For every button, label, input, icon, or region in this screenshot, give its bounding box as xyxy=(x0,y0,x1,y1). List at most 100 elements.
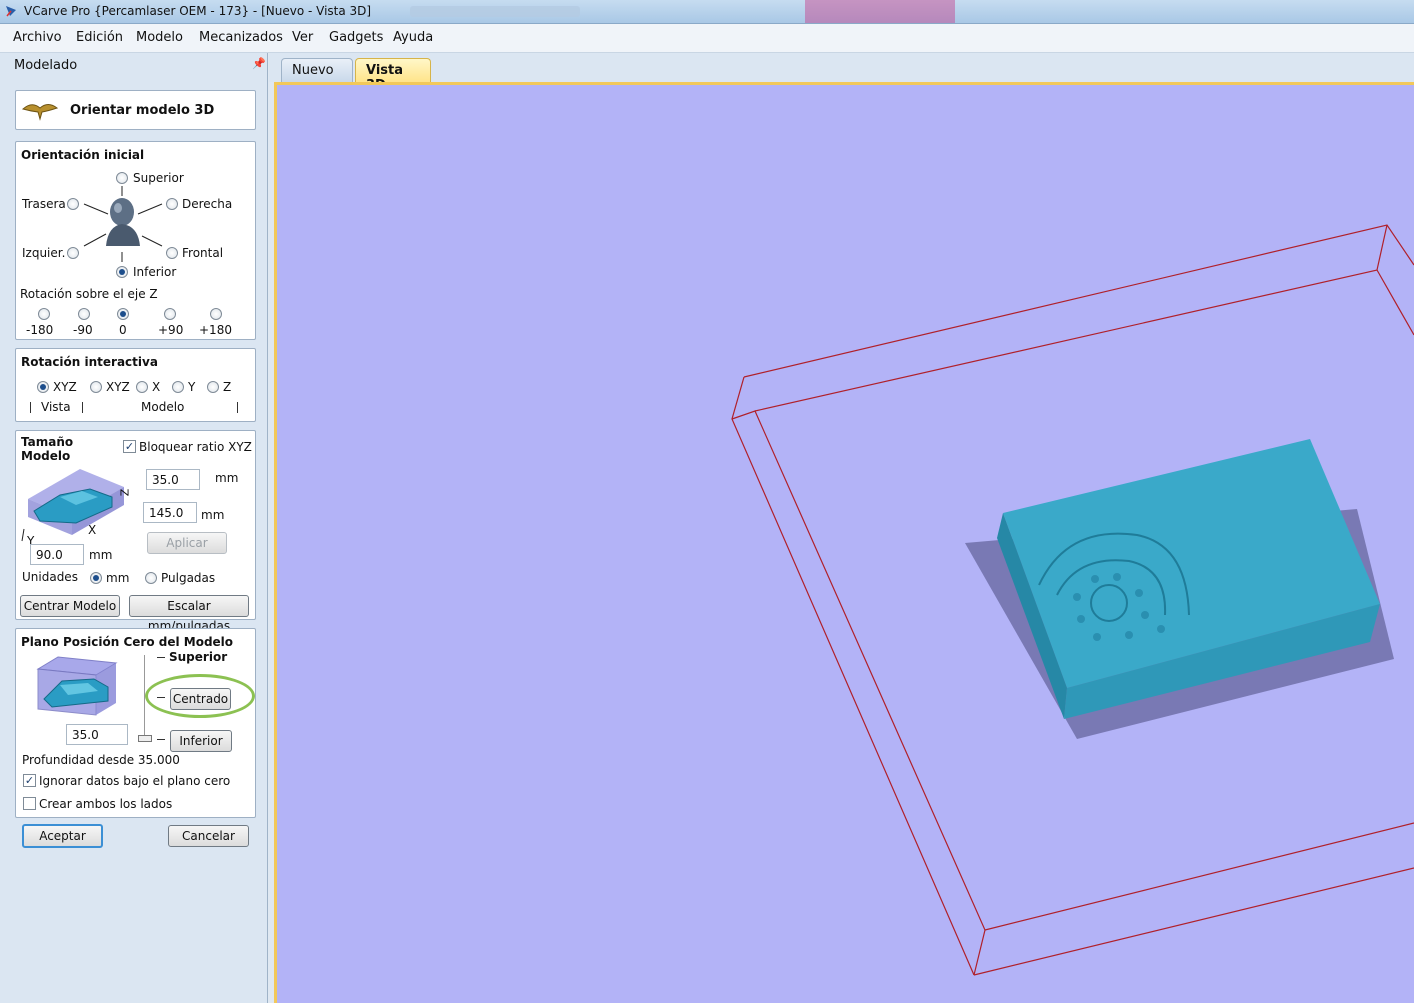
axis-z-label: Z xyxy=(118,488,132,497)
scale-units-button[interactable]: Escalar mm/pulgadas xyxy=(129,595,249,633)
panel-title: Modelado xyxy=(14,58,78,73)
radio-z-plus-90[interactable] xyxy=(164,308,176,320)
label-unit-inches: Pulgadas xyxy=(161,571,216,585)
lock-ratio-label: Bloquear ratio XYZ xyxy=(139,440,252,454)
orientation-title: Orientación inicial xyxy=(21,148,145,162)
menu-edicion[interactable]: Edición xyxy=(76,30,123,45)
radio-z-minus-180[interactable] xyxy=(38,308,50,320)
menu-modelo[interactable]: Modelo xyxy=(136,30,183,45)
radio-derecha[interactable] xyxy=(166,198,178,210)
z-label-minus-90: -90 xyxy=(73,323,93,337)
ignore-below-label: Ignorar datos bajo el plano cero xyxy=(39,774,231,788)
zero-plane-input[interactable]: 35.0 xyxy=(66,724,128,745)
size-z-unit: mm xyxy=(215,471,239,485)
label-model-xyz: XYZ xyxy=(106,380,130,394)
apply-button[interactable]: Aplicar xyxy=(147,532,227,554)
label-modelo: Modelo xyxy=(141,400,185,414)
tool-header: Orientar modelo 3D xyxy=(15,90,256,130)
label-model-z: Z xyxy=(223,380,232,394)
menu-mecanizados[interactable]: Mecanizados xyxy=(199,30,283,45)
radio-z-0[interactable] xyxy=(117,308,129,320)
axis-x-label: X xyxy=(88,523,97,537)
zero-plane-group: Plano Posición Cero del Modelo Superior … xyxy=(15,628,256,818)
label-izquierda: Izquier. xyxy=(22,246,66,260)
superior-label: Superior xyxy=(169,650,228,664)
label-inferior: Inferior xyxy=(133,265,177,279)
radio-model-y[interactable] xyxy=(172,381,184,393)
window-title: VCarve Pro {Percamlaser OEM - 173} - [Nu… xyxy=(24,4,372,18)
3d-view[interactable] xyxy=(274,82,1414,1003)
menu-ayuda[interactable]: Ayuda xyxy=(393,30,433,45)
document-tabs: Nuevo Vista 3D xyxy=(269,53,1414,93)
radio-z-plus-180[interactable] xyxy=(210,308,222,320)
ignore-below-checkbox[interactable]: ✓ xyxy=(23,774,36,787)
size-title-line2: Modelo xyxy=(21,449,71,463)
radio-model-x[interactable] xyxy=(136,381,148,393)
size-title-line1: Tamaño xyxy=(21,435,74,449)
bust-icon xyxy=(83,186,163,262)
radio-unit-mm[interactable] xyxy=(90,572,102,584)
cancel-button[interactable]: Cancelar xyxy=(168,825,249,847)
title-blur-region xyxy=(410,6,580,17)
radio-view-xyz[interactable] xyxy=(37,381,49,393)
radio-model-xyz[interactable] xyxy=(90,381,102,393)
both-sides-checkbox[interactable] xyxy=(23,797,36,810)
lock-ratio-checkbox[interactable]: ✓ xyxy=(123,440,136,453)
label-unit-mm: mm xyxy=(106,571,130,585)
units-label: Unidades xyxy=(22,570,78,584)
size-y-unit: mm xyxy=(89,548,113,562)
title-highlight-region xyxy=(805,0,955,23)
label-model-x: X xyxy=(152,380,161,394)
interactive-rotation-group: Rotación interactiva XYZ XYZ X Y Z Vista… xyxy=(15,348,256,422)
modeling-panel: Modelado 📌 Orientar modelo 3D Orientació… xyxy=(0,53,268,1003)
label-trasera: Trasera xyxy=(22,197,66,211)
z-label-plus-180: +180 xyxy=(199,323,232,337)
app-icon xyxy=(4,4,18,18)
z-label-0: 0 xyxy=(119,323,127,337)
label-model-y: Y xyxy=(188,380,196,394)
radio-unit-inches[interactable] xyxy=(145,572,157,584)
size-x-unit: mm xyxy=(201,508,225,522)
tick-inferior xyxy=(157,739,165,740)
model-size-group: Tamaño Modelo ✓ Bloquear ratio XYZ Z X Y… xyxy=(15,430,256,633)
menu-archivo[interactable]: Archivo xyxy=(13,30,62,45)
3d-scene xyxy=(731,224,1414,976)
tool-title: Orientar modelo 3D xyxy=(70,103,215,118)
radio-inferior[interactable] xyxy=(116,266,128,278)
z-label-plus-90: +90 xyxy=(158,323,184,337)
menu-ver[interactable]: Ver xyxy=(292,30,313,45)
eagle-icon xyxy=(21,99,59,124)
divider-left xyxy=(30,402,31,413)
tab-vista-3d[interactable]: Vista 3D xyxy=(355,58,431,93)
label-vista: Vista xyxy=(41,400,71,414)
size-y-input[interactable]: 90.0 xyxy=(30,544,84,565)
zero-plane-preview xyxy=(36,656,118,716)
pin-icon[interactable]: 📌 xyxy=(252,57,266,70)
zero-plane-title: Plano Posición Cero del Modelo xyxy=(21,635,234,649)
model-size-preview xyxy=(21,469,124,542)
tab-nuevo[interactable]: Nuevo xyxy=(281,58,353,82)
accept-button[interactable]: Aceptar xyxy=(22,824,103,848)
z-label-minus-180: -180 xyxy=(26,323,54,337)
center-model-button[interactable]: Centrar Modelo xyxy=(20,595,120,617)
divider-middle xyxy=(82,402,83,413)
highlight-ring xyxy=(145,674,255,718)
inferior-button[interactable]: Inferior xyxy=(170,730,232,752)
divider-right xyxy=(237,402,238,413)
title-bar: VCarve Pro {Percamlaser OEM - 173} - [Nu… xyxy=(0,0,1414,24)
label-superior: Superior xyxy=(133,171,184,185)
menu-gadgets[interactable]: Gadgets xyxy=(329,30,383,45)
plane-slider-thumb[interactable] xyxy=(138,735,152,742)
z-rotation-label: Rotación sobre el eje Z xyxy=(20,287,158,301)
label-view-xyz: XYZ xyxy=(53,380,77,394)
radio-model-z[interactable] xyxy=(207,381,219,393)
interactive-title: Rotación interactiva xyxy=(21,355,158,369)
size-z-input[interactable]: 35.0 xyxy=(146,469,200,490)
radio-frontal[interactable] xyxy=(166,247,178,259)
depth-text: Profundidad desde 35.000 xyxy=(22,753,180,767)
radio-superior[interactable] xyxy=(116,172,128,184)
size-x-input[interactable]: 145.0 xyxy=(143,502,197,523)
both-sides-label: Crear ambos los lados xyxy=(39,797,173,811)
radio-z-minus-90[interactable] xyxy=(78,308,90,320)
orientation-group: Orientación inicial Superior Trasera Der… xyxy=(15,141,256,340)
